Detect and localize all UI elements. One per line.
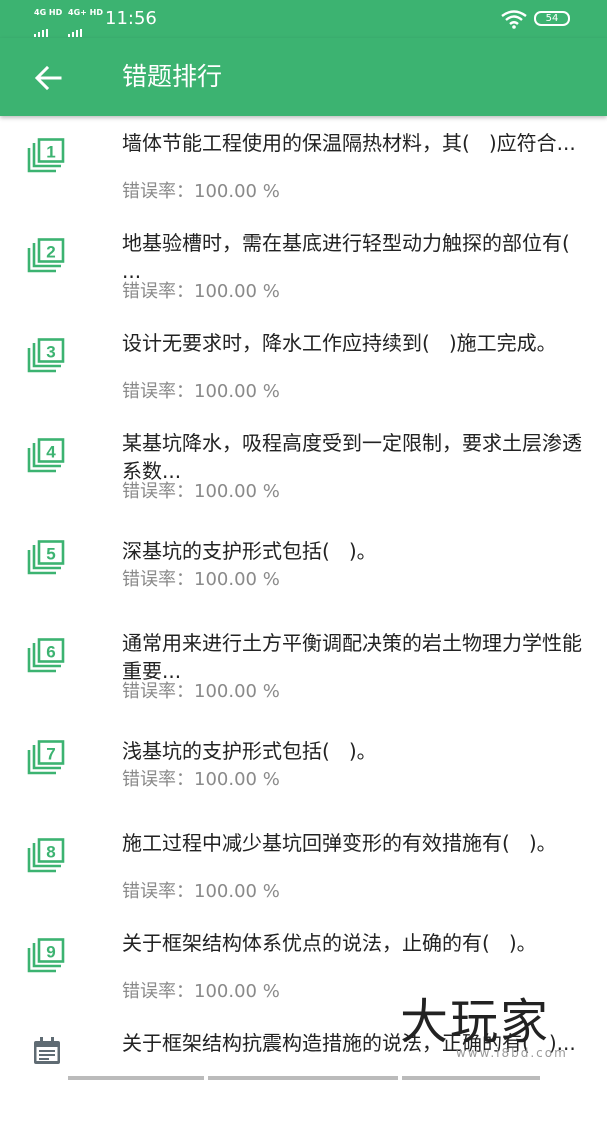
error-rate-label: 错误率：	[122, 881, 194, 902]
network-indicator-1: 4G HD	[34, 8, 63, 17]
numbered-question-icon: 6	[27, 638, 65, 673]
numbered-question-icon: 5	[27, 540, 65, 575]
svg-text:2: 2	[46, 243, 55, 262]
signal-icon	[68, 18, 84, 37]
error-rate-value: 100.00 %	[194, 281, 280, 302]
question-text: 地基验槽时，需在基底进行轻型动力触探的部位有( ...	[122, 231, 589, 283]
error-rate-value: 100.00 %	[194, 681, 280, 702]
watermark-logo: 大玩家 www.i8bd.com	[392, 994, 602, 1068]
status-bar: 4G HD 4G+ HD 11:56 54	[0, 0, 607, 38]
battery-icon: 54	[534, 11, 570, 26]
calendar-icon	[34, 1037, 60, 1064]
error-rate-label: 错误率：	[122, 769, 194, 790]
question-text: 通常用来进行土方平衡调配决策的岩土物理力学性能重要...	[122, 631, 582, 683]
question-text: 浅基坑的支护形式包括( )。	[122, 739, 377, 763]
scroll-indicator	[0, 1076, 607, 1080]
battery-level: 54	[545, 13, 559, 24]
error-rate: 错误率：100.00 %	[122, 181, 280, 203]
question-text: 墙体节能工程使用的保温隔热材料，其( )应符合...	[122, 131, 576, 155]
question-text: 设计无要求时，降水工作应持续到( )施工完成。	[122, 331, 557, 355]
error-rate-value: 100.00 %	[194, 981, 280, 1002]
app-bar: 错题排行	[0, 38, 607, 116]
error-rate-label: 错误率：	[122, 681, 194, 702]
error-rate-value: 100.00 %	[194, 481, 280, 502]
network-indicator-2: 4G+ HD	[68, 8, 103, 17]
error-rate: 错误率：100.00 %	[122, 981, 280, 1003]
error-rate-label: 错误率：	[122, 981, 194, 1002]
numbered-question-icon: 9	[27, 938, 65, 973]
error-rate: 错误率：100.00 %	[122, 381, 280, 403]
error-rate-label: 错误率：	[122, 381, 194, 402]
watermark-text: 大玩家	[400, 994, 551, 1050]
list-item[interactable]: 6 通常用来进行土方平衡调配决策的岩土物理力学性能重要... 错误率：100.00 …	[0, 628, 607, 728]
error-rate-value: 100.00 %	[194, 881, 280, 902]
list-item[interactable]: 1 墙体节能工程使用的保温隔热材料，其( )应符合... 错误率：100.00 %	[0, 128, 607, 228]
question-text: 某基坑降水，吸程高度受到一定限制，要求土层渗透系数...	[122, 431, 582, 483]
question-text: 深基坑的支护形式包括( )。	[122, 539, 377, 563]
svg-text:3: 3	[46, 343, 55, 362]
error-rate-label: 错误率：	[122, 181, 194, 202]
wifi-icon	[501, 10, 527, 29]
error-rate: 错误率：100.00 %	[122, 569, 280, 591]
list-item[interactable]: 7 浅基坑的支护形式包括( )。 错误率：100.00 %	[0, 728, 607, 828]
numbered-question-icon: 3	[27, 338, 65, 373]
svg-text:5: 5	[46, 545, 55, 564]
clock: 11:56	[105, 8, 157, 29]
watermark-url: www.i8bd.com	[456, 1046, 568, 1060]
error-rate-label: 错误率：	[122, 481, 194, 502]
svg-text:6: 6	[46, 643, 55, 662]
error-rate-value: 100.00 %	[194, 569, 280, 590]
list-item[interactable]: 8 施工过程中减少基坑回弹变形的有效措施有( )。 错误率：100.00 %	[0, 828, 607, 928]
error-rate-value: 100.00 %	[194, 381, 280, 402]
svg-text:7: 7	[46, 745, 55, 764]
svg-text:8: 8	[46, 843, 55, 862]
error-rate-value: 100.00 %	[194, 181, 280, 202]
list-item[interactable]: 2 地基验槽时，需在基底进行轻型动力触探的部位有( ... 错误率：100.00 %	[0, 228, 607, 328]
list-item[interactable]: 4 某基坑降水，吸程高度受到一定限制，要求土层渗透系数... 错误率：100.00 …	[0, 428, 607, 528]
question-text: 施工过程中减少基坑回弹变形的有效措施有( )。	[122, 831, 557, 855]
error-rate-label: 错误率：	[122, 281, 194, 302]
svg-text:4: 4	[46, 443, 56, 462]
numbered-question-icon: 8	[27, 838, 65, 873]
error-rate: 错误率：100.00 %	[122, 681, 280, 703]
error-rate-value: 100.00 %	[194, 769, 280, 790]
numbered-question-icon: 2	[27, 238, 65, 273]
svg-text:9: 9	[46, 943, 55, 962]
signal-icon	[34, 18, 50, 37]
question-text: 关于框架结构体系优点的说法，止确的有( )。	[122, 931, 537, 955]
list-item[interactable]: 3 设计无要求时，降水工作应持续到( )施工完成。 错误率：100.00 %	[0, 328, 607, 428]
page-title: 错题排行	[122, 62, 223, 91]
numbered-question-icon: 7	[27, 740, 65, 775]
error-rate: 错误率：100.00 %	[122, 481, 280, 503]
svg-text:1: 1	[46, 143, 55, 162]
error-rate-label: 错误率：	[122, 569, 194, 590]
error-rate: 错误率：100.00 %	[122, 769, 280, 791]
numbered-question-icon: 4	[27, 438, 65, 473]
list-item[interactable]: 5 深基坑的支护形式包括( )。 错误率：100.00 %	[0, 528, 607, 628]
error-rate: 错误率：100.00 %	[122, 281, 280, 303]
error-rate: 错误率：100.00 %	[122, 881, 280, 903]
numbered-question-icon: 1	[27, 138, 65, 173]
arrow-back-icon[interactable]	[33, 64, 63, 92]
